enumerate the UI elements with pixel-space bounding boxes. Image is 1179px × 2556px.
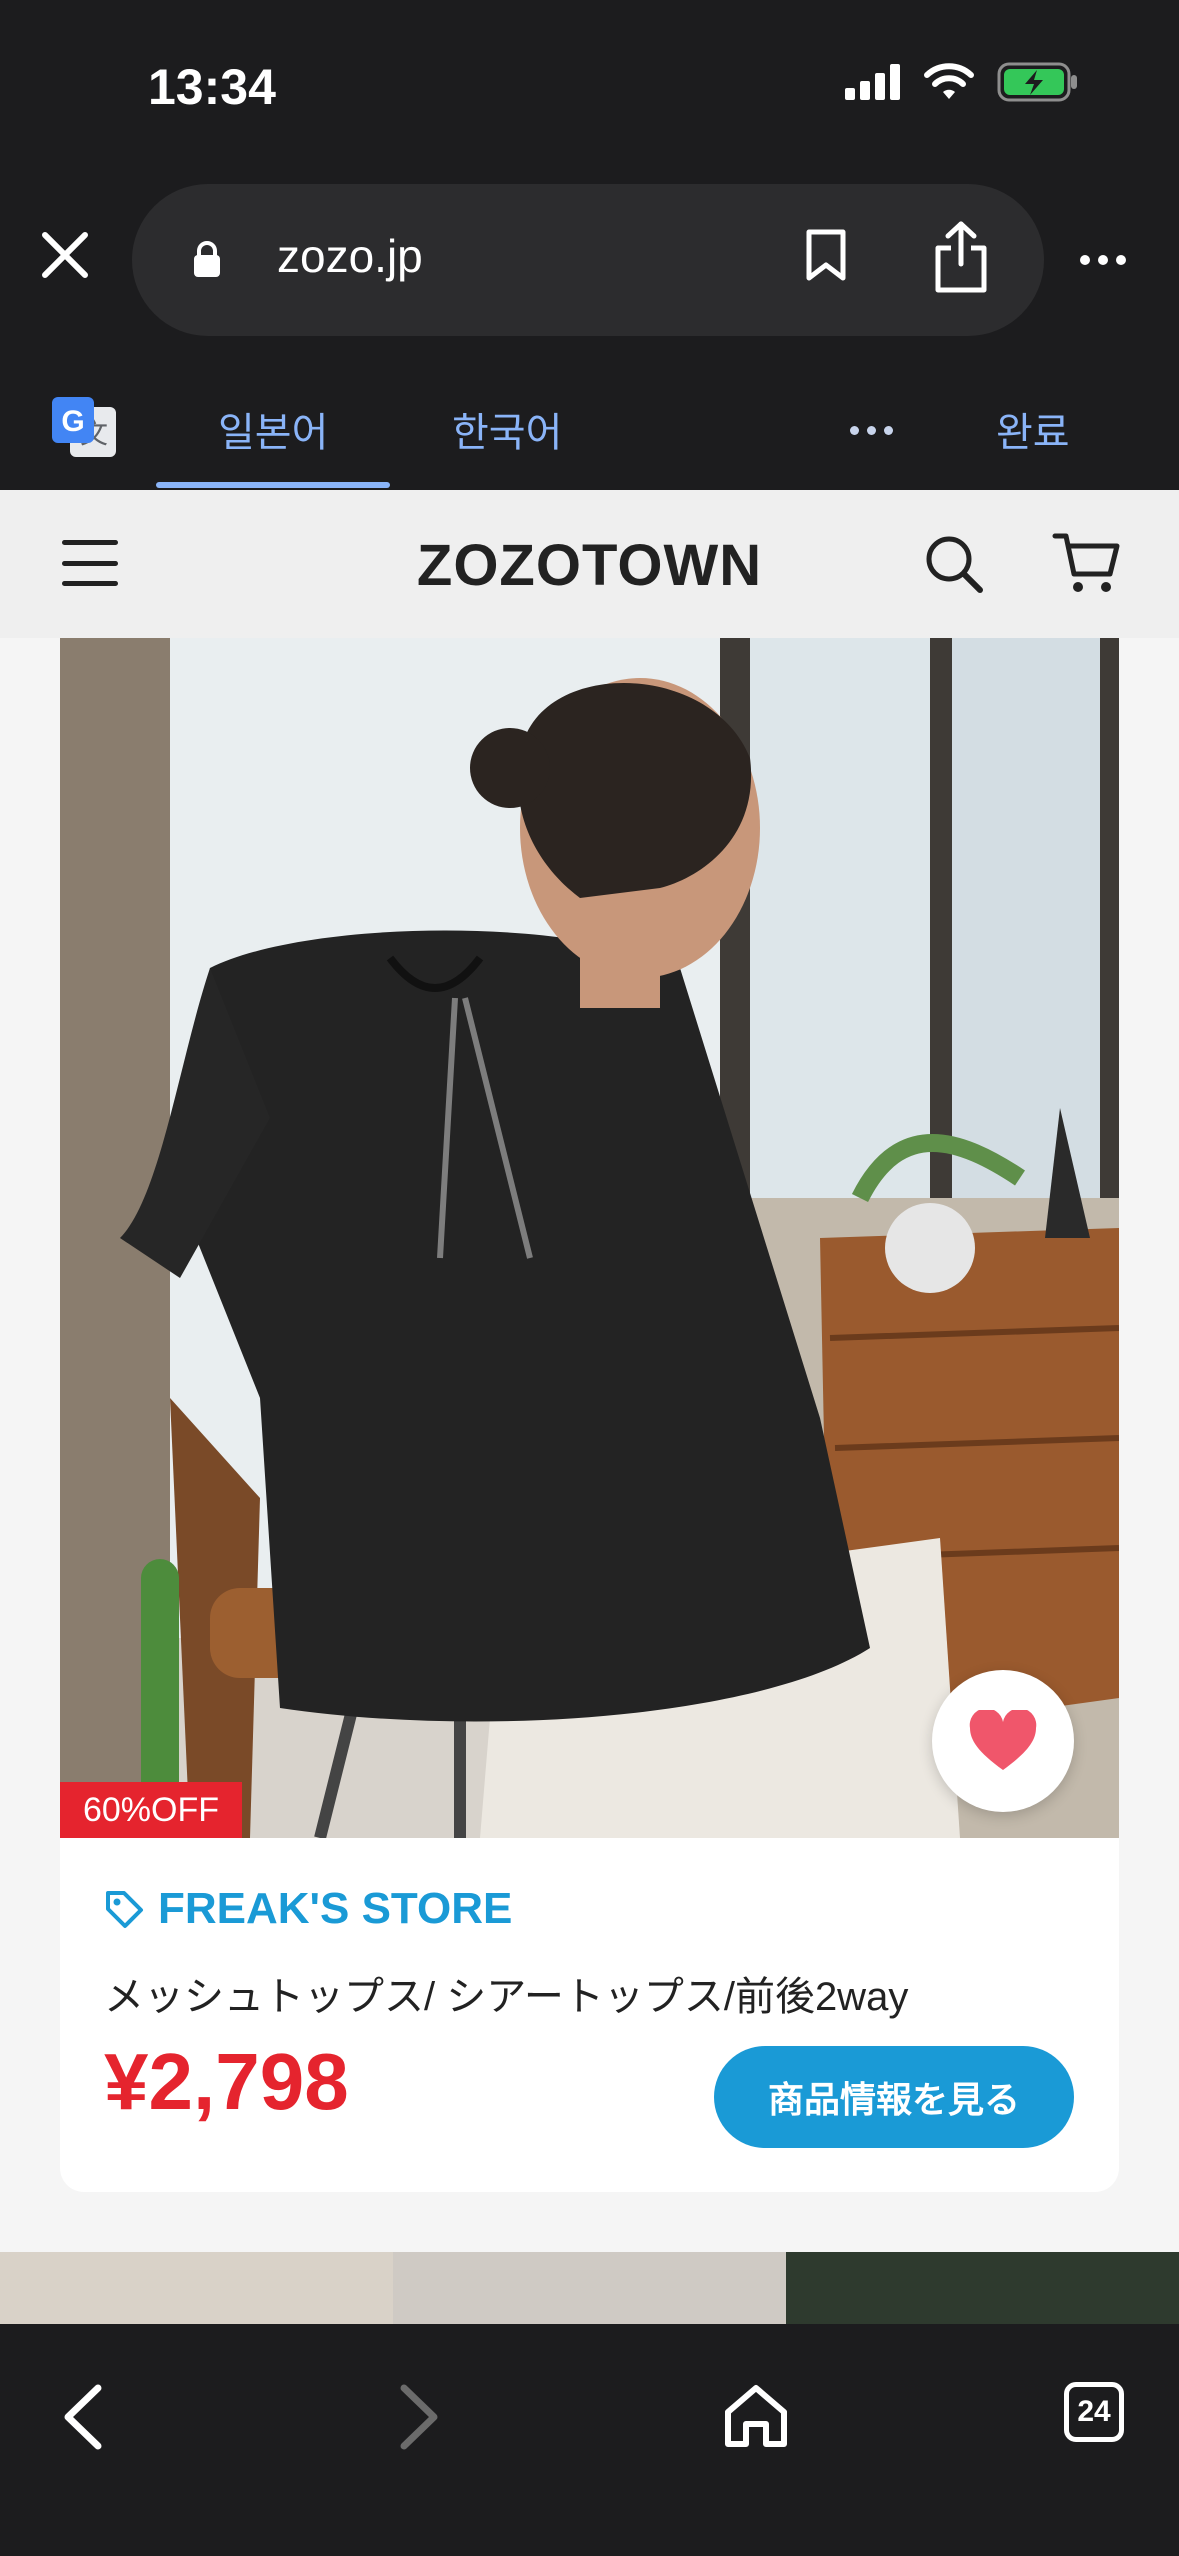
- search-icon[interactable]: [922, 532, 986, 596]
- site-logo[interactable]: ZOZOTOWN: [0, 532, 1179, 599]
- translate-done-button[interactable]: 완료: [996, 400, 1070, 458]
- next-product-thumbnail[interactable]: [393, 2252, 786, 2324]
- battery-charging-icon: [997, 62, 1077, 102]
- product-title[interactable]: メッシュトップス/ シアートップス/前後2way: [104, 1964, 908, 2022]
- close-button[interactable]: [30, 220, 100, 290]
- address-bar[interactable]: zozo.jp: [132, 184, 1044, 336]
- forward-icon[interactable]: [396, 2382, 442, 2452]
- next-product-thumbnail[interactable]: [0, 2252, 393, 2324]
- signal-icon: [845, 64, 900, 100]
- next-product-thumbnail[interactable]: [786, 2252, 1179, 2324]
- bookmark-icon[interactable]: [804, 228, 848, 282]
- close-icon: [42, 232, 88, 278]
- product-price: ¥2,798: [104, 2037, 349, 2126]
- more-icon[interactable]: [1080, 240, 1150, 280]
- product-photo[interactable]: [60, 638, 1119, 1838]
- tab-japanese[interactable]: 일본어: [218, 400, 328, 458]
- home-icon[interactable]: [722, 2382, 790, 2450]
- url-text: zozo.jp: [277, 230, 423, 282]
- brand-name: FREAK'S STORE: [158, 1884, 513, 1933]
- share-icon[interactable]: [932, 220, 990, 294]
- tab-korean[interactable]: 한국어: [452, 400, 562, 458]
- browser-toolbar: 24: [0, 2324, 1179, 2556]
- cart-icon[interactable]: [1052, 530, 1122, 596]
- web-content: ZOZOTOWN 60%OFF FREAK'S STORE メッシュトップス/ …: [0, 490, 1179, 2324]
- status-bar: 13:34: [0, 0, 1179, 170]
- discount-badge: 60%OFF: [60, 1782, 242, 1838]
- translate-more-icon[interactable]: [850, 426, 893, 435]
- wifi-icon: [924, 63, 974, 99]
- brand-link[interactable]: FREAK'S STORE: [104, 1884, 512, 1934]
- lock-icon: [194, 241, 220, 277]
- tag-icon: [106, 1891, 143, 1928]
- google-translate-icon: 文 G: [52, 397, 116, 457]
- tabs-button[interactable]: 24: [1064, 2382, 1124, 2442]
- status-icons: [845, 62, 1079, 102]
- active-tab-indicator: [156, 482, 390, 488]
- heart-icon: [969, 1710, 1037, 1770]
- status-time: 13:34: [148, 59, 276, 115]
- favorite-button[interactable]: [932, 1670, 1074, 1812]
- svg-text:G: G: [61, 405, 84, 438]
- site-header: ZOZOTOWN: [0, 490, 1179, 638]
- next-products-row: [0, 2252, 1179, 2324]
- product-card[interactable]: 60%OFF FREAK'S STORE メッシュトップス/ シアートップス/前…: [60, 638, 1119, 2192]
- back-icon[interactable]: [60, 2382, 106, 2452]
- view-product-info-button[interactable]: 商品情報を見る: [714, 2046, 1074, 2148]
- browser-address-area: zozo.jp: [0, 170, 1179, 350]
- translate-bar: 文 G 일본어 한국어 완료: [0, 350, 1179, 490]
